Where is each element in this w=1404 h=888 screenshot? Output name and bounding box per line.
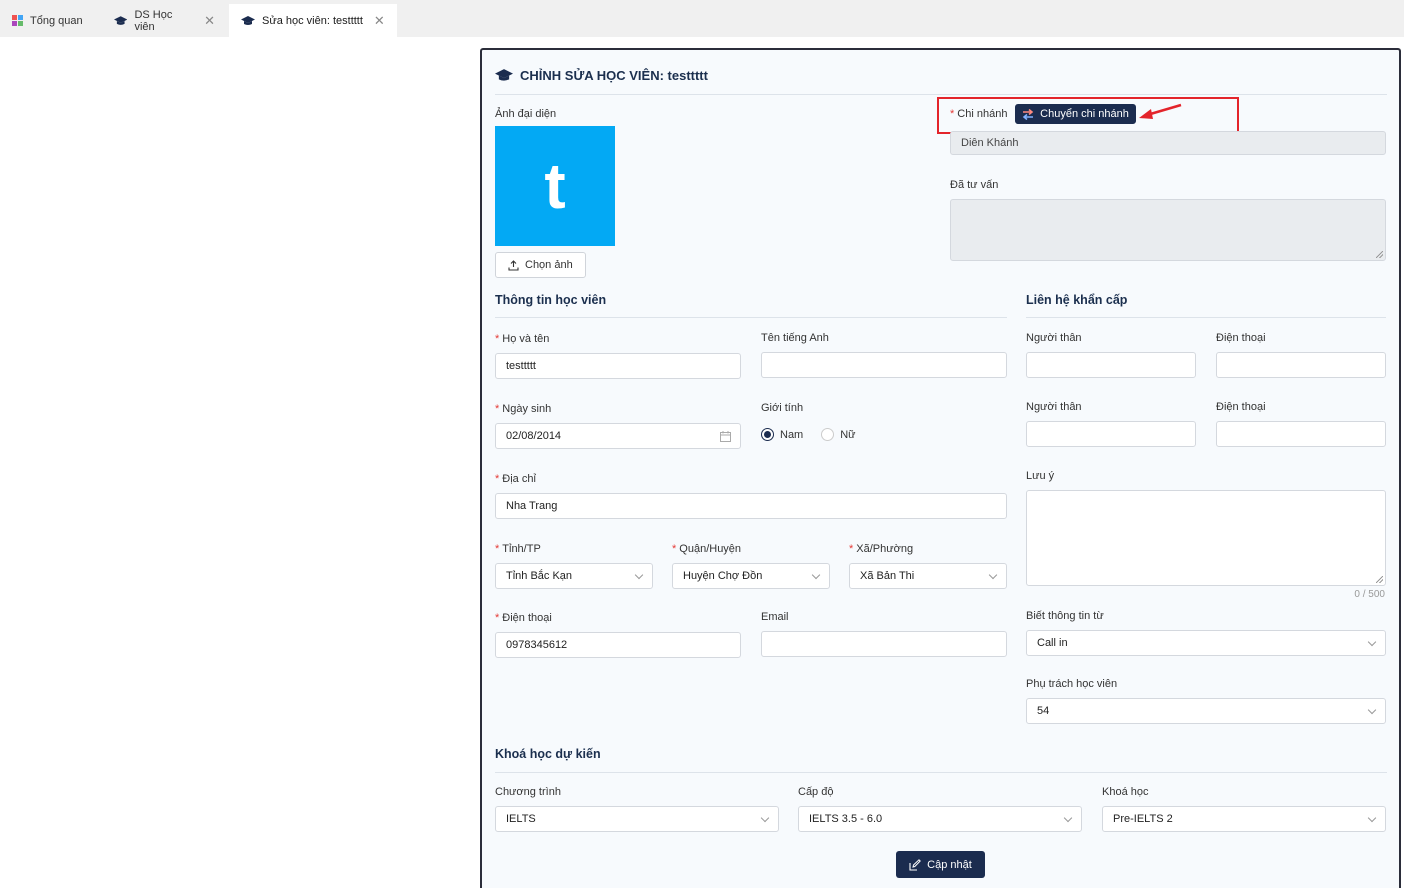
branch-label: * Chi nhánh <box>950 108 1008 120</box>
calendar-icon <box>720 431 731 442</box>
divider <box>495 94 1387 95</box>
level-select[interactable]: IELTS 3.5 - 6.0 <box>798 806 1082 832</box>
tab-label: Sửa học viên: testtttt <box>262 14 363 27</box>
relative-2-input[interactable] <box>1026 421 1196 447</box>
class-select[interactable]: Pre-IELTS 2 <box>1102 806 1386 832</box>
manager-label: Phụ trách học viên <box>1026 678 1118 690</box>
ward-label: * Xã/Phường <box>849 543 914 555</box>
graduation-cap-icon <box>495 69 513 81</box>
relative-label: Người thân <box>1026 401 1082 413</box>
level-label: Cấp độ <box>798 786 834 798</box>
graduation-cap-icon <box>241 15 255 25</box>
page-title: CHỈNH SỬA HỌC VIÊN: testtttt <box>495 68 708 83</box>
manager-select[interactable]: 54 <box>1026 698 1386 724</box>
email-input[interactable] <box>761 631 1007 657</box>
province-label: * Tỉnh/TP <box>495 543 541 555</box>
avatar: t <box>495 126 615 246</box>
emergency-phone-2-input[interactable] <box>1216 421 1386 447</box>
tab-overview[interactable]: Tổng quan <box>0 4 100 37</box>
divider <box>495 772 1387 773</box>
edit-student-form: CHỈNH SỬA HỌC VIÊN: testtttt Ảnh đại diệ… <box>480 48 1401 888</box>
province-select[interactable]: Tỉnh Bắc Kạn <box>495 563 653 589</box>
email-label: Email <box>761 611 789 623</box>
tab-edit-student[interactable]: Sửa học viên: testtttt ✕ <box>229 4 397 37</box>
phone-label: * Điện thoại <box>495 612 552 624</box>
program-select[interactable]: IELTS <box>495 806 779 832</box>
emergency-phone-label: Điện thoại <box>1216 401 1266 413</box>
upload-icon <box>508 259 519 271</box>
relative-1-input[interactable] <box>1026 352 1196 378</box>
close-icon[interactable]: ✕ <box>374 13 385 29</box>
english-name-label: Tên tiếng Anh <box>761 332 829 344</box>
consulted-label: Đã tư vấn <box>950 179 999 191</box>
choose-photo-button[interactable]: Chọn ảnh <box>495 252 586 278</box>
close-icon[interactable]: ✕ <box>204 13 215 29</box>
emergency-phone-1-input[interactable] <box>1216 352 1386 378</box>
switch-branch-button[interactable]: Chuyển chi nhánh <box>1015 104 1136 124</box>
emergency-phone-label: Điện thoại <box>1216 332 1266 344</box>
divider <box>495 317 1007 318</box>
note-label: Lưu ý <box>1026 470 1055 482</box>
district-select[interactable]: Huyện Chợ Đồn <box>672 563 830 589</box>
tab-label: Tổng quan <box>30 14 83 27</box>
avatar-label: Ảnh đại diện <box>495 108 557 120</box>
gender-label: Giới tính <box>761 402 804 414</box>
program-label: Chương trình <box>495 786 561 798</box>
dashboard-icon <box>12 15 23 26</box>
relative-label: Người thân <box>1026 332 1082 344</box>
swap-icon <box>1022 108 1034 120</box>
consulted-textarea[interactable] <box>950 199 1386 261</box>
english-name-input[interactable] <box>761 352 1007 378</box>
district-label: * Quận/Huyện <box>672 543 742 555</box>
tab-student-list[interactable]: DS Học viên ✕ <box>102 4 227 37</box>
ward-select[interactable]: Xã Bản Thi <box>849 563 1007 589</box>
note-counter: 0 / 500 <box>1354 589 1385 600</box>
note-textarea[interactable] <box>1026 490 1386 586</box>
divider <box>1026 317 1386 318</box>
address-label: * Địa chỉ <box>495 473 536 485</box>
section-student-info: Thông tin học viên <box>495 293 607 307</box>
tab-bar: Tổng quan DS Học viên ✕ Sửa học viên: te… <box>0 0 1404 37</box>
class-label: Khoá học <box>1102 786 1149 798</box>
full-name-label: * Họ và tên <box>495 333 550 345</box>
phone-input[interactable]: 0978345612 <box>495 632 741 658</box>
tab-label: DS Học viên <box>134 8 173 33</box>
source-select[interactable]: Call in <box>1026 630 1386 656</box>
full-name-input[interactable]: testtttt <box>495 353 741 379</box>
gender-male-radio[interactable]: Nam <box>761 428 803 441</box>
resize-grip-icon <box>1376 576 1383 583</box>
edit-icon <box>909 858 922 871</box>
birthday-input[interactable]: 02/08/2014 <box>495 423 741 449</box>
section-expected-course: Khoá học dự kiến <box>495 747 601 761</box>
gender-female-radio[interactable]: Nữ <box>821 428 856 441</box>
address-input[interactable]: Nha Trang <box>495 493 1007 519</box>
section-emergency-contact: Liên hệ khẩn cấp <box>1026 293 1128 307</box>
branch-field[interactable]: Diên Khánh <box>950 131 1386 155</box>
arrow-annotation-icon <box>1139 103 1182 119</box>
gender-radio-group: Nam Nữ <box>761 428 856 441</box>
update-button[interactable]: Cập nhật <box>896 851 985 878</box>
source-label: Biết thông tin từ <box>1026 610 1104 622</box>
graduation-cap-icon <box>114 15 128 25</box>
birthday-label: * Ngày sinh <box>495 403 552 415</box>
resize-grip-icon <box>1376 251 1383 258</box>
